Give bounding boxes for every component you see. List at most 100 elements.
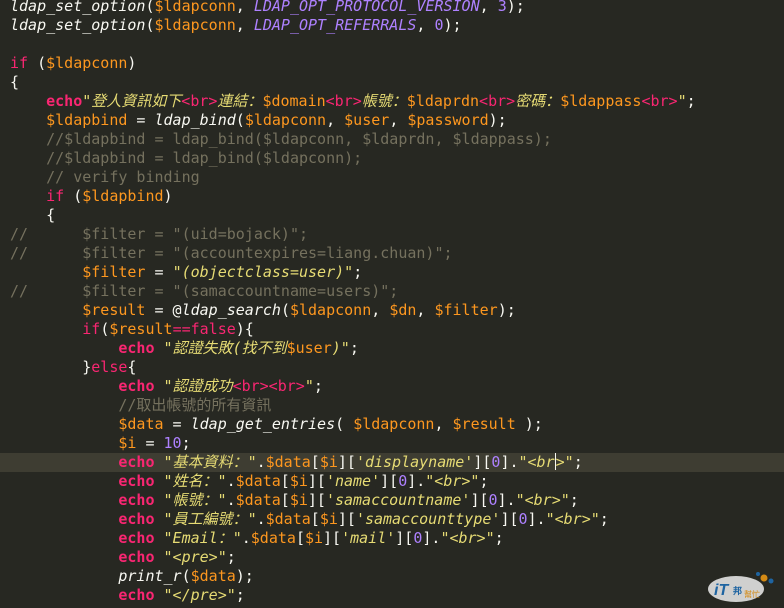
svg-text:邦: 邦 bbox=[733, 585, 742, 597]
code-line-text: $result = @ldap_search($ldapconn, $dn, $… bbox=[10, 301, 516, 320]
code-line-text: print_r($data); bbox=[10, 567, 253, 586]
code-token: ( bbox=[335, 415, 354, 433]
code-token: <br> bbox=[181, 92, 218, 110]
code-token: ){ bbox=[235, 320, 254, 338]
code-token: ][ bbox=[307, 472, 326, 490]
code-line[interactable]: ldap_set_option($ldapconn, LDAP_OPT_REFE… bbox=[0, 16, 784, 35]
code-token: echo bbox=[118, 339, 155, 357]
code-token: echo bbox=[46, 92, 83, 110]
code-token: = bbox=[127, 111, 155, 129]
code-line[interactable]: ldap_set_option($ldapconn, LDAP_OPT_PROT… bbox=[0, 0, 784, 16]
watermark-logo-text: iT bbox=[714, 582, 729, 599]
code-line[interactable]: //$ldapbind = ldap_bind($ldapconn); bbox=[0, 149, 784, 168]
code-token: $result bbox=[109, 320, 173, 338]
code-line[interactable]: { bbox=[0, 73, 784, 92]
code-line[interactable]: echo "員工編號：".$data[$i]['samaccounttype']… bbox=[0, 510, 784, 529]
code-token: = bbox=[163, 415, 191, 433]
code-token: ]. bbox=[422, 529, 441, 547]
code-token: $data bbox=[250, 529, 296, 547]
code-token: = @ bbox=[145, 301, 182, 319]
code-token: ]. bbox=[497, 491, 516, 509]
code-token: $data bbox=[265, 453, 311, 471]
code-token: " bbox=[677, 92, 687, 110]
code-token: $ldaprdn bbox=[406, 92, 480, 110]
code-line[interactable]: print_r($data); bbox=[0, 567, 784, 586]
code-line[interactable]: // $filter = "(accountexpires=liang.chua… bbox=[0, 244, 784, 263]
code-line-text: //$ldapbind = ldap_bind($ldapconn); bbox=[10, 149, 362, 168]
code-token: print_r bbox=[118, 567, 182, 585]
code-line-text: if($result==false){ bbox=[10, 320, 254, 339]
code-token: // $filter = "(accountexpires=liang.chua… bbox=[10, 244, 453, 262]
code-line[interactable]: $i = 10; bbox=[0, 434, 784, 453]
code-line[interactable]: echo"登人資訊如下<br>連結：$domain<br>帳號：$ldaprdn… bbox=[0, 92, 784, 111]
code-token: $password bbox=[407, 111, 489, 129]
code-token: ][ bbox=[307, 491, 326, 509]
code-line[interactable]: { bbox=[0, 206, 784, 225]
code-line[interactable]: // verify binding bbox=[0, 168, 784, 187]
code-token: $ldapconn bbox=[244, 111, 327, 129]
code-token: . bbox=[241, 529, 251, 547]
code-token: //$ldapbind = ldap_bind($ldapconn); bbox=[10, 149, 363, 167]
code-token: ldap_search bbox=[181, 301, 281, 319]
code-line-text: // verify binding bbox=[10, 168, 200, 187]
code-token: ; bbox=[479, 472, 489, 490]
ithome-watermark-logo: iT 邦 幫忙 bbox=[708, 572, 774, 602]
code-token: , bbox=[479, 0, 498, 15]
code-token: 'name' bbox=[325, 472, 381, 490]
code-line[interactable]: if ($ldapbind) bbox=[0, 187, 784, 206]
code-line-text: echo "姓名：".$data[$i]['name'][0]."<br>"; bbox=[10, 472, 489, 491]
code-line-text: // $filter = "(samaccountname=users)"; bbox=[10, 282, 398, 301]
code-token: ; bbox=[494, 529, 504, 547]
code-token: echo bbox=[118, 510, 155, 528]
code-line[interactable]: echo "認證失敗(找不到$user)"; bbox=[0, 339, 784, 358]
code-line[interactable]: echo "基本資料：".$data[$i]['displayname'][0]… bbox=[0, 453, 784, 472]
code-line[interactable] bbox=[0, 35, 784, 54]
code-line[interactable]: $data = ldap_get_entries( $ldapconn, $re… bbox=[0, 415, 784, 434]
code-line[interactable]: if ($ldapconn) bbox=[0, 54, 784, 73]
code-line[interactable]: $filter = "(objectclass=user)"; bbox=[0, 263, 784, 282]
code-line[interactable]: echo "<pre>"; bbox=[0, 548, 784, 567]
code-line[interactable]: }else{ bbox=[0, 358, 784, 377]
code-token: $data bbox=[118, 415, 164, 433]
code-token: "</pre>" bbox=[163, 586, 236, 604]
code-token: { bbox=[127, 358, 137, 376]
code-line-text: echo "基本資料：".$data[$i]['displayname'][0]… bbox=[10, 453, 583, 472]
code-line[interactable]: echo "姓名：".$data[$i]['name'][0]."<br>"; bbox=[0, 472, 784, 491]
code-line[interactable]: echo "</pre>"; bbox=[0, 586, 784, 605]
code-token: " bbox=[304, 377, 314, 395]
code-token: ); bbox=[488, 111, 507, 129]
code-token: ][ bbox=[337, 510, 356, 528]
code-line[interactable]: echo "Email：".$data[$i]['mail'][0]."<br>… bbox=[0, 529, 784, 548]
code-token: , bbox=[371, 301, 390, 319]
code-line[interactable]: //$ldapbind = ldap_bind($ldapconn, $ldap… bbox=[0, 130, 784, 149]
code-token: $ldapconn bbox=[289, 301, 372, 319]
code-token: echo bbox=[118, 548, 155, 566]
code-token: ); bbox=[515, 415, 543, 433]
code-line-text: $filter = "(objectclass=user)"; bbox=[10, 263, 362, 282]
code-line[interactable]: $result = @ldap_search($ldapconn, $dn, $… bbox=[0, 301, 784, 320]
code-line[interactable]: //取出帳號的所有資訊 bbox=[0, 396, 784, 415]
code-line[interactable]: // $filter = "(uid=bojack)"; bbox=[0, 225, 784, 244]
code-token: if bbox=[46, 187, 65, 205]
code-token: , bbox=[389, 111, 408, 129]
code-line[interactable]: $ldapbind = ldap_bind($ldapconn, $user, … bbox=[0, 111, 784, 130]
code-token: echo bbox=[118, 453, 155, 471]
code-line[interactable]: echo "帳號：".$data[$i]['samaccountname'][0… bbox=[0, 491, 784, 510]
code-token: $user bbox=[344, 111, 390, 129]
code-token: 密碼： bbox=[515, 92, 561, 110]
code-line[interactable]: // $filter = "(samaccountname=users)"; bbox=[0, 282, 784, 301]
code-line[interactable]: if($result==false){ bbox=[0, 320, 784, 339]
code-line[interactable]: echo "認證成功<br><br>"; bbox=[0, 377, 784, 396]
code-token: ); bbox=[506, 0, 525, 15]
code-token: "<pre>" bbox=[163, 548, 227, 566]
code-editor[interactable]: ldap_set_option($ldapconn, LDAP_OPT_PROT… bbox=[0, 0, 784, 608]
code-token: 帳號： bbox=[361, 92, 407, 110]
code-token: "<br>" bbox=[440, 529, 495, 547]
